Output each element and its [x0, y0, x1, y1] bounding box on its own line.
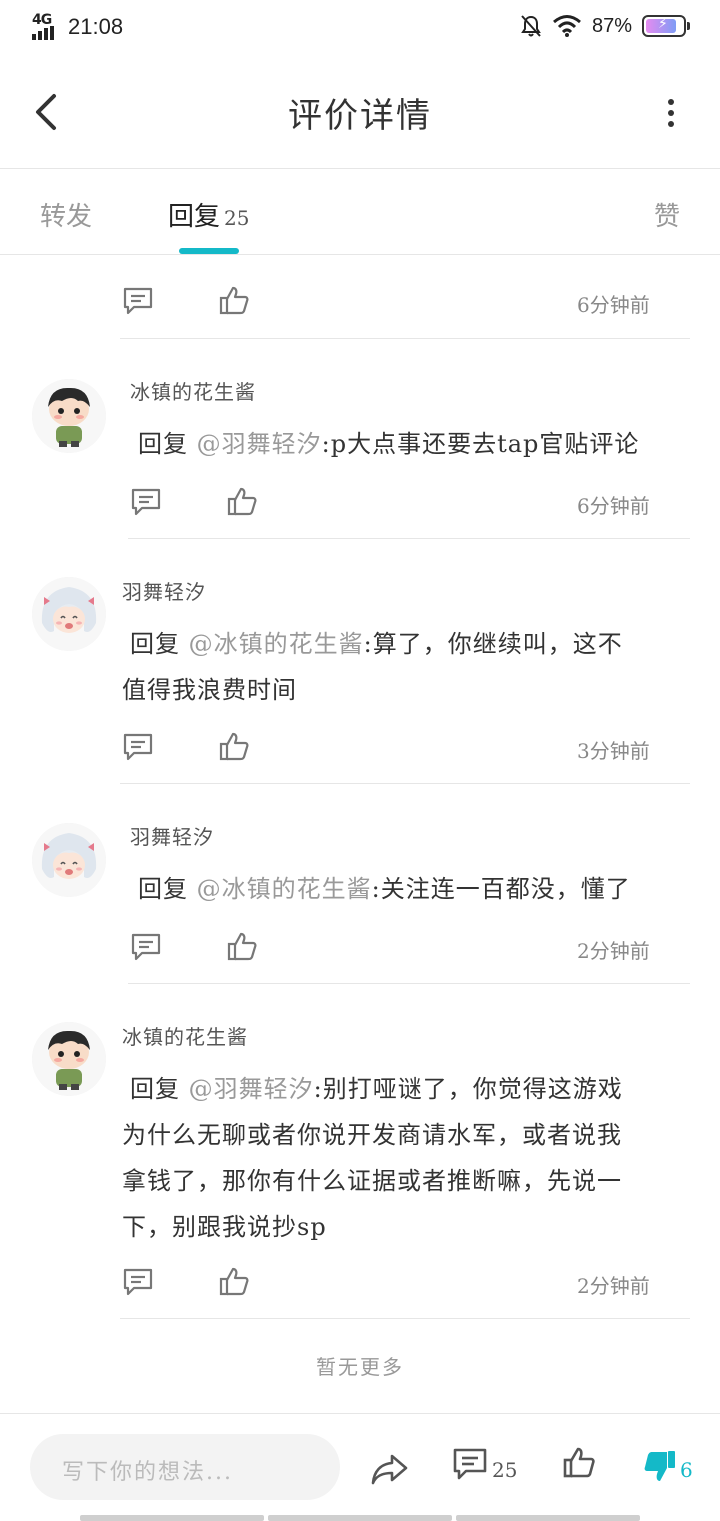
- thumbs-up-icon[interactable]: [218, 1266, 250, 1298]
- comment-text: 回复 @羽舞轻汐:别打哑谜了，你觉得这游戏: [130, 1066, 623, 1112]
- avatar[interactable]: [32, 379, 106, 453]
- comment-line: 为什么无聊或者你说开发商请水军，或者说我: [122, 1121, 622, 1149]
- divider: [120, 1318, 690, 1319]
- tab-likes[interactable]: 赞: [654, 196, 680, 233]
- avatar-boy-icon: [32, 1022, 106, 1096]
- comment-line: 拿钱了，那你有什么证据或者推断嘛，先说一: [122, 1167, 622, 1195]
- comment-icon[interactable]: [122, 285, 154, 317]
- avatar-girl-icon: [32, 577, 106, 651]
- thumbs-up-icon[interactable]: [218, 731, 250, 763]
- reply-prefix: 回复: [138, 875, 188, 903]
- tab-count: 25: [224, 206, 250, 230]
- comment-line: 值得我浪费时间: [122, 676, 297, 704]
- comment-text: 回复 @冰镇的花生酱:关注连一百都没，懂了: [138, 866, 631, 912]
- reply-time: 2分钟前: [577, 1274, 650, 1298]
- comment-line: :算了，你继续叫，这不: [363, 630, 623, 658]
- battery-percent: 87%: [591, 14, 632, 37]
- username[interactable]: 羽舞轻汐: [122, 576, 206, 605]
- bottom-action-bar: 写下你的想法... 25 6: [0, 1413, 720, 1521]
- avatar[interactable]: [32, 577, 106, 651]
- clock: 21:08: [68, 14, 124, 39]
- reply-list[interactable]: 6分钟前 冰镇的花生酱 回复 @羽舞轻汐:p大点事还要去tap官贴评论 6分钟前…: [0, 255, 720, 1413]
- comment-line: 下，别跟我说抄sp: [122, 1213, 327, 1241]
- thumbs-down-icon[interactable]: [642, 1448, 678, 1484]
- comment-line: :别打哑谜了，你觉得这游戏: [313, 1075, 623, 1103]
- comment-text-continued: 为什么无聊或者你说开发商请水军，或者说我 拿钱了，那你有什么证据或者推断嘛，先说…: [122, 1112, 622, 1250]
- active-tab-indicator: [179, 248, 239, 254]
- battery-icon: ⚡: [642, 15, 686, 37]
- input-placeholder: 写下你的想法...: [62, 1460, 233, 1485]
- signal-icon: 4G: [30, 12, 60, 42]
- mention-link[interactable]: @羽舞轻汐: [189, 1075, 314, 1103]
- divider: [120, 338, 690, 339]
- avatar[interactable]: [32, 823, 106, 897]
- comment-text-continued: 值得我浪费时间: [122, 667, 297, 713]
- comment-icon[interactable]: [130, 486, 162, 518]
- comment-icon[interactable]: [122, 731, 154, 763]
- comment-icon[interactable]: [452, 1446, 488, 1482]
- avatar[interactable]: [32, 1022, 106, 1096]
- home-indicator: [80, 1515, 640, 1521]
- username[interactable]: 羽舞轻汐: [130, 821, 214, 850]
- mute-icon: [521, 15, 541, 37]
- page-title: 评价详情: [288, 96, 432, 136]
- avatar-girl-icon: [32, 823, 106, 897]
- reply-prefix: 回复: [130, 1075, 180, 1103]
- username[interactable]: 冰镇的花生酱: [130, 376, 256, 405]
- status-bar: 4G 21:08 87% ⚡: [0, 0, 720, 58]
- tab-label: 回复: [168, 202, 221, 232]
- comment-line: :p大点事还要去tap官贴评论: [321, 430, 640, 458]
- reply-prefix: 回复: [138, 430, 188, 458]
- more-vertical-icon[interactable]: [666, 98, 676, 128]
- wifi-icon: [553, 15, 581, 37]
- tab-label: 赞: [653, 202, 680, 232]
- share-icon[interactable]: [370, 1448, 410, 1488]
- comment-text: 回复 @冰镇的花生酱:算了，你继续叫，这不: [130, 621, 623, 667]
- thumbs-up-icon[interactable]: [562, 1446, 596, 1480]
- dislike-count: 6: [680, 1458, 693, 1482]
- thumbs-up-icon[interactable]: [226, 931, 258, 963]
- reply-time: 6分钟前: [577, 293, 650, 317]
- divider: [128, 538, 690, 539]
- end-of-list-note: 暂无更多: [316, 1355, 404, 1379]
- comment-count: 25: [492, 1458, 518, 1482]
- mention-link[interactable]: @冰镇的花生酱: [189, 630, 364, 658]
- thumbs-up-icon[interactable]: [226, 486, 258, 518]
- tab-bar: 转发 回复 25 赞: [0, 168, 720, 255]
- tab-label: 转发: [40, 202, 93, 232]
- divider: [120, 783, 690, 784]
- avatar-boy-icon: [32, 379, 106, 453]
- reply-time: 6分钟前: [577, 494, 650, 518]
- comment-input[interactable]: 写下你的想法...: [30, 1434, 340, 1500]
- reply-time: 3分钟前: [577, 739, 650, 763]
- mention-link[interactable]: @羽舞轻汐: [197, 430, 322, 458]
- tab-replies[interactable]: 回复 25: [168, 196, 249, 233]
- mention-link[interactable]: @冰镇的花生酱: [197, 875, 372, 903]
- comment-icon[interactable]: [122, 1266, 154, 1298]
- comment-icon[interactable]: [130, 931, 162, 963]
- thumbs-up-icon[interactable]: [218, 285, 250, 317]
- tab-forward[interactable]: 转发: [40, 196, 92, 233]
- username[interactable]: 冰镇的花生酱: [122, 1021, 248, 1050]
- comment-text: 回复 @羽舞轻汐:p大点事还要去tap官贴评论: [138, 421, 639, 467]
- reply-prefix: 回复: [130, 630, 180, 658]
- comment-line: :关注连一百都没，懂了: [371, 875, 631, 903]
- title-bar: 评价详情: [0, 58, 720, 169]
- divider: [128, 983, 690, 984]
- reply-time: 2分钟前: [577, 939, 650, 963]
